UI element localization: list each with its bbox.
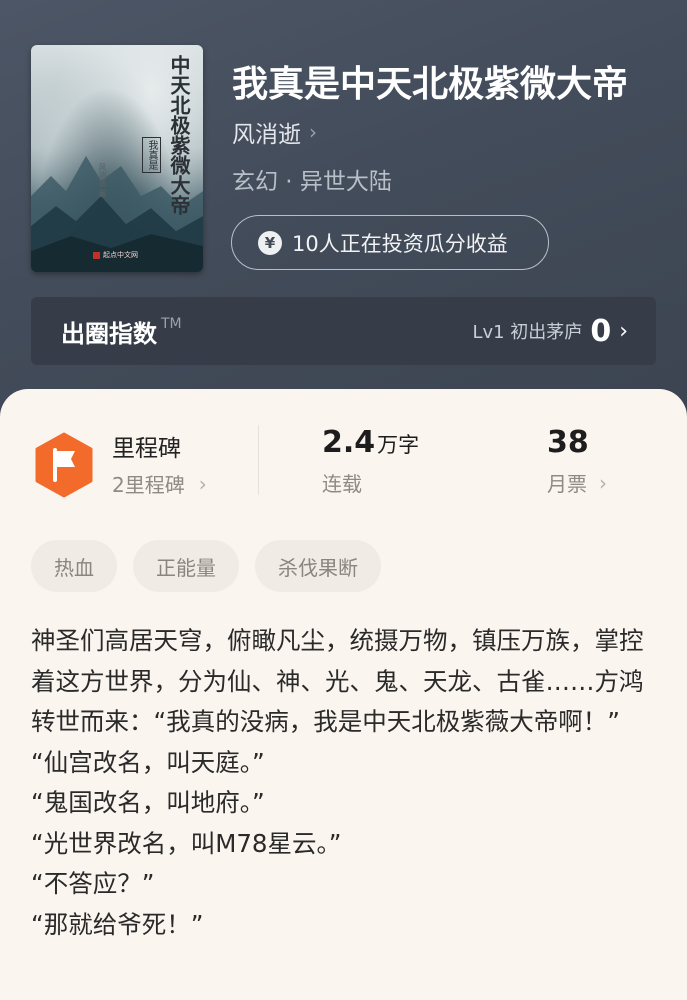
quanquan-index-bar[interactable]: 出圈指数 TM Lv1 初出茅庐 0 › — [31, 297, 656, 365]
tag-chip[interactable]: 杀伐果断 — [255, 540, 381, 592]
description-paragraph: “鬼国改名，叫地府。” — [31, 788, 265, 817]
quanquan-level: Lv1 初出茅庐 — [472, 322, 583, 343]
quanquan-value: 0 — [590, 313, 612, 349]
quanquan-title-group: 出圈指数 TM — [61, 314, 182, 349]
milestone-flag-icon[interactable] — [33, 432, 95, 498]
cover-seal-text: 我真是 — [142, 137, 161, 173]
tag-list: 热血 正能量 杀伐果断 — [31, 540, 381, 592]
quanquan-title: 出圈指数 — [61, 319, 157, 348]
author-link[interactable]: 风消逝 › — [232, 116, 317, 148]
milestone-link[interactable]: 2里程碑 › — [112, 469, 207, 498]
monthly-ticket-value: 38 — [547, 425, 589, 460]
tag-chip[interactable]: 热血 — [31, 540, 117, 592]
trademark-mark: TM — [161, 315, 182, 332]
chevron-right-icon: › — [198, 471, 207, 496]
word-count-stat: 2.4 万字 连载 — [322, 425, 419, 497]
book-cover[interactable]: 中天北极紫微大帝 我真是 风消逝 著 起点中文网 — [31, 45, 203, 272]
invest-label: 10人正在投资瓜分收益 — [292, 231, 508, 256]
cover-publisher: 起点中文网 — [93, 250, 138, 260]
book-title: 我真是中天北极紫微大帝 — [232, 64, 629, 105]
author-name: 风消逝 — [232, 122, 301, 148]
book-description: 神圣们高居天穹，俯瞰凡尘，统摄万物，镇压万族，掌控着这方世界，分为仙、神、光、鬼… — [31, 621, 657, 945]
word-count-value: 2.4 — [322, 425, 376, 460]
chevron-right-icon: › — [309, 120, 317, 144]
word-count-unit: 万字 — [377, 433, 420, 457]
description-paragraph: “光世界改名，叫M78星云。” — [31, 828, 342, 858]
publisher-logo-icon — [93, 251, 100, 259]
word-count-label: 连载 — [322, 472, 362, 496]
monthly-ticket-label: 月票 — [547, 472, 587, 496]
yen-icon: ¥ — [258, 230, 282, 255]
cover-publisher-text: 起点中文网 — [103, 251, 138, 259]
description-paragraph: “那就给爷死！” — [31, 909, 204, 939]
cover-author-text: 风消逝 著 — [98, 163, 107, 198]
cover-title-text: 中天北极紫微大帝 — [167, 55, 191, 215]
chevron-right-icon: › — [619, 318, 628, 344]
invest-button[interactable]: ¥ 10人正在投资瓜分收益 — [231, 215, 549, 270]
book-genre: 玄幻 · 异世大陆 — [232, 169, 392, 195]
description-paragraph: “不答应？” — [31, 869, 155, 898]
tag-chip[interactable]: 正能量 — [133, 540, 239, 592]
milestone-title: 里程碑 — [112, 436, 181, 462]
description-paragraph: “仙宫改名，叫天庭。” — [31, 747, 265, 777]
description-paragraph: 神圣们高居天穹，俯瞰凡尘，统摄万物，镇压万族，掌控着这方世界，分为仙、神、光、鬼… — [31, 626, 644, 736]
monthly-ticket-stat[interactable]: 38 月票 › — [547, 425, 607, 497]
stats-divider — [258, 425, 259, 495]
quanquan-level-group: Lv1 初出茅庐 0 › — [472, 314, 628, 349]
milestone-count: 2里程碑 — [112, 473, 185, 497]
book-detail-card: 里程碑 2里程碑 › 2.4 万字 连载 38 月票 › 热血 正能量 杀伐果断… — [0, 389, 687, 1000]
chevron-right-icon: › — [599, 470, 607, 495]
